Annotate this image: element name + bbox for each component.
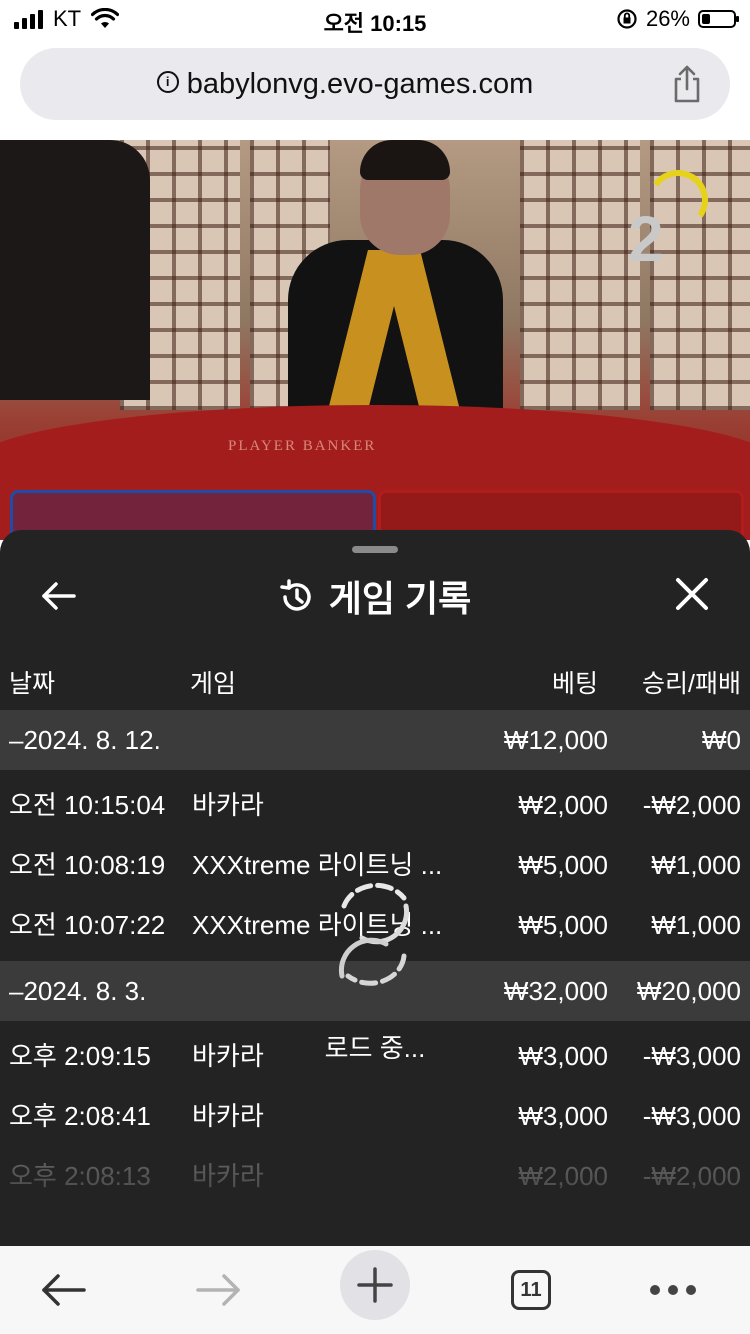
status-right: 26% xyxy=(616,6,739,32)
column-header-bet: 베팅 xyxy=(551,670,598,698)
more-icon xyxy=(650,1285,696,1295)
sheet-title: 게임 기록 xyxy=(0,570,750,622)
battery-icon xyxy=(698,10,739,28)
orientation-lock-icon xyxy=(617,9,637,29)
back-button[interactable] xyxy=(28,1260,98,1320)
loading-text: 로드 중... xyxy=(324,1033,426,1063)
row-win-loss: -₩3,000 xyxy=(642,1101,741,1131)
croupier-figure xyxy=(0,140,150,400)
share-icon[interactable] xyxy=(670,64,704,104)
countdown-timer: 2 xyxy=(628,203,664,275)
row-bet: ₩2,000 xyxy=(518,790,608,820)
live-video-stream[interactable]: PLAYER BANKER 2 xyxy=(0,140,750,540)
loading-spinner-icon xyxy=(338,882,410,986)
group-date: –2024. 8. 3. xyxy=(9,976,147,1006)
row-bet: ₩5,000 xyxy=(518,850,608,880)
browser-toolbar: 11 xyxy=(0,1246,750,1334)
table-label: PLAYER BANKER xyxy=(228,438,377,454)
row-time: 오후 2:08:13 xyxy=(9,1161,151,1191)
row-bet: ₩3,000 xyxy=(518,1101,608,1131)
tabs-button[interactable]: 11 xyxy=(496,1260,566,1320)
column-header-win-loss: 승리/패배 xyxy=(642,670,741,698)
row-time: 오후 2:08:41 xyxy=(9,1101,151,1131)
row-bet: ₩2,000 xyxy=(518,1161,608,1191)
address-bar[interactable]: i babylonvg.evo-games.com xyxy=(20,48,730,120)
row-game: 바카라 xyxy=(192,790,264,820)
history-row[interactable]: 오후 2:08:13 바카라 ₩2,000 -₩2,000 xyxy=(0,1146,750,1206)
column-header-date: 날짜 xyxy=(9,670,56,698)
row-win-loss: -₩2,000 xyxy=(642,1161,741,1191)
row-time: 오전 10:07:22 xyxy=(9,910,166,940)
row-game: 바카라 xyxy=(192,1161,264,1191)
group-win-loss-total: ₩20,000 xyxy=(636,976,741,1006)
history-row[interactable]: 오전 10:15:04 바카라 ₩2,000 -₩2,000 xyxy=(0,775,750,835)
info-icon[interactable]: i xyxy=(156,71,179,94)
game-history-sheet: 게임 기록 날짜 게임 베팅 승리/패배 –2024. 8. 12. ₩12,0… xyxy=(0,530,750,1246)
new-tab-button[interactable] xyxy=(340,1250,410,1320)
back-icon xyxy=(42,1274,86,1306)
url-display[interactable]: i babylonvg.evo-games.com xyxy=(20,48,670,120)
column-header-game: 게임 xyxy=(190,670,237,698)
group-win-loss-total: ₩0 xyxy=(702,725,741,755)
group-bet-total: ₩12,000 xyxy=(503,725,608,755)
row-time: 오전 10:15:04 xyxy=(9,790,166,820)
forward-button[interactable] xyxy=(184,1260,254,1320)
tabs-icon: 11 xyxy=(511,1270,551,1310)
row-win-loss: -₩2,000 xyxy=(642,790,741,820)
new-tab-icon xyxy=(340,1250,410,1320)
group-bet-total: ₩32,000 xyxy=(503,976,608,1006)
dealer-hair xyxy=(360,140,450,180)
status-bar: KT 오전 10:15 26% xyxy=(0,0,750,40)
sheet-title-text: 게임 기록 xyxy=(328,578,472,619)
history-row[interactable]: 오후 2:08:41 바카라 ₩3,000 -₩3,000 xyxy=(0,1086,750,1146)
row-bet: ₩5,000 xyxy=(518,910,608,940)
history-icon xyxy=(280,579,311,612)
forward-icon xyxy=(196,1274,240,1306)
row-win-loss: ₩1,000 xyxy=(651,850,741,880)
close-icon[interactable] xyxy=(672,574,712,614)
group-date: –2024. 8. 12. xyxy=(9,725,161,755)
sheet-grabber[interactable] xyxy=(352,546,398,553)
battery-level xyxy=(702,14,710,24)
row-win-loss: ₩1,000 xyxy=(651,910,741,940)
row-game: 바카라 xyxy=(192,1101,264,1131)
date-group-row[interactable]: –2024. 8. 12. ₩12,000 ₩0 xyxy=(0,710,750,770)
more-button[interactable] xyxy=(638,1260,708,1320)
folding-screen xyxy=(520,140,640,410)
battery-percent: 26% xyxy=(645,6,690,31)
row-time: 오전 10:08:19 xyxy=(9,850,166,880)
url-text: babylonvg.evo-games.com xyxy=(186,68,534,100)
